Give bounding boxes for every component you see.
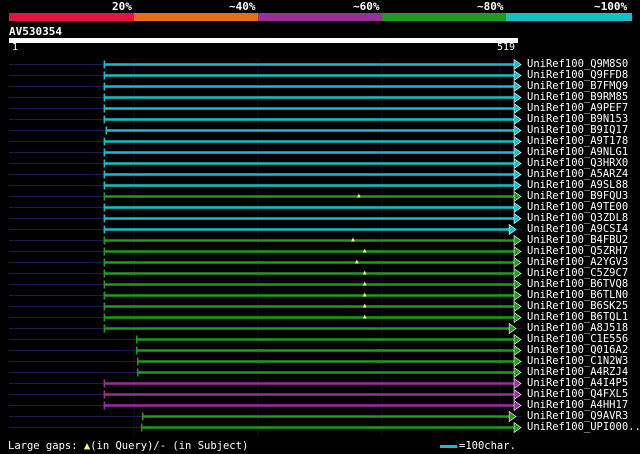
footer-mid: (in Query)/ <box>90 440 160 452</box>
hit-label[interactable]: UniRef100_C1N2W3 <box>527 355 628 367</box>
hit-label[interactable]: UniRef100_A5ARZ4 <box>527 168 628 180</box>
hit-label[interactable]: UniRef100_B6TVQ8 <box>527 278 628 290</box>
hit-end-arrow <box>513 157 522 170</box>
hit-label[interactable]: UniRef100_Q016A2 <box>527 344 628 356</box>
hit-label[interactable]: UniRef100_A4I4P5 <box>527 377 628 389</box>
hit-end-arrow <box>508 410 517 423</box>
hit-label[interactable]: UniRef100_Q4FXL5 <box>527 388 628 400</box>
hit-end-arrow <box>513 245 522 258</box>
hit-label[interactable]: UniRef100_A9TE00 <box>527 201 628 213</box>
hit-end-arrow <box>513 113 522 126</box>
scale-swatch <box>440 444 457 448</box>
hit-end-arrow <box>513 234 522 247</box>
hit-end-arrow <box>513 399 522 412</box>
hit-end-arrow <box>513 80 522 93</box>
hit-end-arrow <box>513 124 522 137</box>
hit-end-arrow <box>513 212 522 225</box>
footer-dash: - <box>159 440 167 452</box>
hit-label[interactable]: UniRef100_A9SL88 <box>527 179 628 191</box>
hit-label[interactable]: UniRef100_Q3HRX0 <box>527 157 628 169</box>
hit-label[interactable]: UniRef100_B6TQL1 <box>527 311 628 323</box>
hit-end-arrow <box>513 267 522 280</box>
hit-label[interactable]: UniRef100_B9FQU3 <box>527 190 628 202</box>
hit-end-arrow <box>508 322 517 335</box>
hit-label[interactable]: UniRef100_UPI000.. <box>527 421 640 433</box>
hit-end-arrow <box>513 421 522 434</box>
hit-label[interactable]: UniRef100_A8J518 <box>527 322 628 334</box>
hit-end-arrow <box>513 377 522 390</box>
hit-end-arrow <box>513 355 522 368</box>
hit-label[interactable]: UniRef100_B9RM85 <box>527 91 628 103</box>
hit-label[interactable]: UniRef100_A2YGV3 <box>527 256 628 268</box>
hit-end-arrow <box>513 179 522 192</box>
hit-label[interactable]: UniRef100_B6SK25 <box>527 300 628 312</box>
hit-end-arrow <box>513 58 522 71</box>
hit-end-arrow <box>513 278 522 291</box>
hit-label[interactable]: UniRef100_B7FMQ9 <box>527 80 628 92</box>
hit-end-arrow <box>513 168 522 181</box>
hit-label[interactable]: UniRef100_B9N153 <box>527 113 628 125</box>
hit-label[interactable]: UniRef100_A9NLG1 <box>527 146 628 158</box>
hit-end-arrow <box>513 311 522 324</box>
hit-label[interactable]: UniRef100_A9T178 <box>527 135 628 147</box>
hit-end-arrow <box>513 333 522 346</box>
hit-label[interactable]: UniRef100_A9PEF7 <box>527 102 628 114</box>
hit-label[interactable]: UniRef100_Q9M8S0 <box>527 58 628 70</box>
hit-label[interactable]: UniRef100_Q3ZDL8 <box>527 212 628 224</box>
hit-end-arrow <box>513 201 522 214</box>
scale-legend-label: =100char. <box>459 440 516 452</box>
footer-prefix: Large gaps: <box>8 440 78 452</box>
hit-end-arrow <box>513 69 522 82</box>
hit-end-arrow <box>513 91 522 104</box>
hit-end-arrow <box>508 223 517 236</box>
hit-end-arrow <box>513 300 522 313</box>
hit-end-arrow <box>513 146 522 159</box>
footer-legend: Large gaps: ▲(in Query)/- (in Subject) <box>8 440 248 452</box>
hit-label[interactable]: UniRef100_A9CSI4 <box>527 223 628 235</box>
hit-end-arrow <box>513 289 522 302</box>
hit-end-arrow <box>513 256 522 269</box>
hit-end-arrow <box>513 135 522 148</box>
hit-label[interactable]: UniRef100_C1E556 <box>527 333 628 345</box>
hit-end-arrow <box>513 366 522 379</box>
hit-label[interactable]: UniRef100_A4RZJ4 <box>527 366 628 378</box>
footer-suffix: (in Subject) <box>172 440 249 452</box>
hit-label[interactable]: UniRef100_B4FBU2 <box>527 234 628 246</box>
hit-label[interactable]: UniRef100_Q9FFD8 <box>527 69 628 81</box>
scale-legend: =100char. <box>440 440 516 452</box>
hit-end-arrow <box>513 102 522 115</box>
hit-label[interactable]: UniRef100_B9IQ17 <box>527 124 628 136</box>
hit-label[interactable]: UniRef100_A4HH17 <box>527 399 628 411</box>
hit-label[interactable]: UniRef100_C5Z9C7 <box>527 267 628 279</box>
hit-label[interactable]: UniRef100_Q5ZRH7 <box>527 245 628 257</box>
hit-end-arrow <box>513 388 522 401</box>
hit-end-arrow <box>513 344 522 357</box>
hit-label[interactable]: UniRef100_B6TLN0 <box>527 289 628 301</box>
hit-end-arrow <box>513 190 522 203</box>
hit-label[interactable]: UniRef100_Q9AVR3 <box>527 410 628 422</box>
